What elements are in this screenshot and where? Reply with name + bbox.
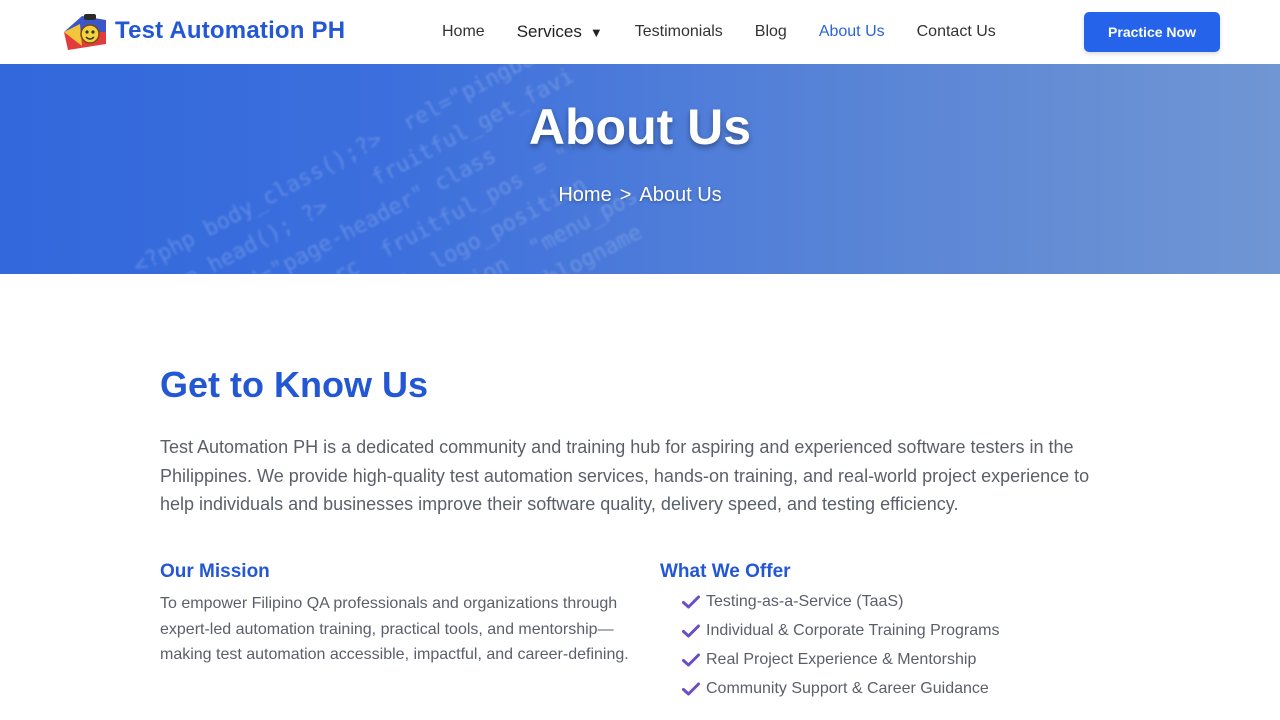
nav-about-us-label: About Us — [818, 23, 885, 40]
nav-services-label: Services — [516, 22, 582, 41]
breadcrumb-home-link[interactable]: Home — [558, 184, 611, 206]
breadcrumb-separator: > — [619, 184, 632, 206]
caret-down-icon: ▼ — [589, 24, 603, 40]
breadcrumb: Home > About Us — [0, 184, 1280, 207]
check-icon — [682, 624, 700, 637]
hero-banner: <?php body_class();?> rel="pingba wp_hea… — [0, 64, 1280, 274]
section-title: Get to Know Us — [160, 364, 428, 405]
main-nav: Home Services ▼ Testimonials Blog About … — [426, 0, 1012, 64]
mission-title: Our Mission — [160, 561, 270, 582]
nav-home[interactable]: Home — [426, 0, 501, 64]
nav-blog[interactable]: Blog — [739, 0, 803, 64]
nav-home-label: Home — [442, 23, 485, 40]
practice-now-button[interactable]: Practice Now — [1084, 12, 1220, 52]
brand-logo-icon — [64, 14, 106, 50]
list-item: Individual & Corporate Training Programs — [682, 616, 1120, 645]
nav-about-us[interactable]: About Us — [803, 0, 901, 64]
check-icon — [682, 653, 700, 666]
offer-item-label: Testing-as-a-Service (TaaS) — [706, 592, 904, 610]
nav-blog-label: Blog — [754, 23, 787, 40]
check-icon — [682, 595, 700, 608]
list-item: Real Project Experience & Mentorship — [682, 645, 1120, 674]
offer-item-label: Community Support & Career Guidance — [706, 679, 989, 697]
site-header: Test Automation PH Home Services ▼ Testi… — [0, 0, 1280, 64]
hero-code-background: <?php body_class();?> rel="pingba wp_hea… — [129, 64, 647, 274]
offer-list: Testing-as-a-Service (TaaS) Individual &… — [682, 587, 1120, 703]
check-icon — [682, 682, 700, 695]
brand[interactable]: Test Automation PH — [62, 10, 345, 52]
intro-paragraph: Test Automation PH is a dedicated commun… — [160, 437, 1090, 514]
list-item: Testing-as-a-Service (TaaS) — [682, 587, 1120, 616]
nav-services[interactable]: Services ▼ — [501, 0, 619, 64]
list-item: Community Support & Career Guidance — [682, 674, 1120, 703]
nav-testimonials-label: Testimonials — [634, 23, 723, 40]
brand-name: Test Automation PH — [115, 17, 346, 44]
nav-contact-us[interactable]: Contact Us — [901, 0, 1012, 64]
mission-block: Our Mission To empower Filipino QA profe… — [160, 561, 630, 668]
offer-block: What We Offer Testing-as-a-Service (TaaS… — [660, 561, 1120, 703]
nav-contact-us-label: Contact Us — [916, 23, 996, 40]
page-title: About Us — [528, 99, 752, 155]
offer-item-label: Real Project Experience & Mentorship — [706, 650, 977, 668]
offer-title: What We Offer — [660, 561, 791, 582]
offer-item-label: Individual & Corporate Training Programs — [706, 621, 1000, 639]
mission-text: To empower Filipino QA professionals and… — [160, 595, 629, 663]
breadcrumb-current: About Us — [639, 184, 722, 206]
nav-testimonials[interactable]: Testimonials — [619, 0, 739, 64]
